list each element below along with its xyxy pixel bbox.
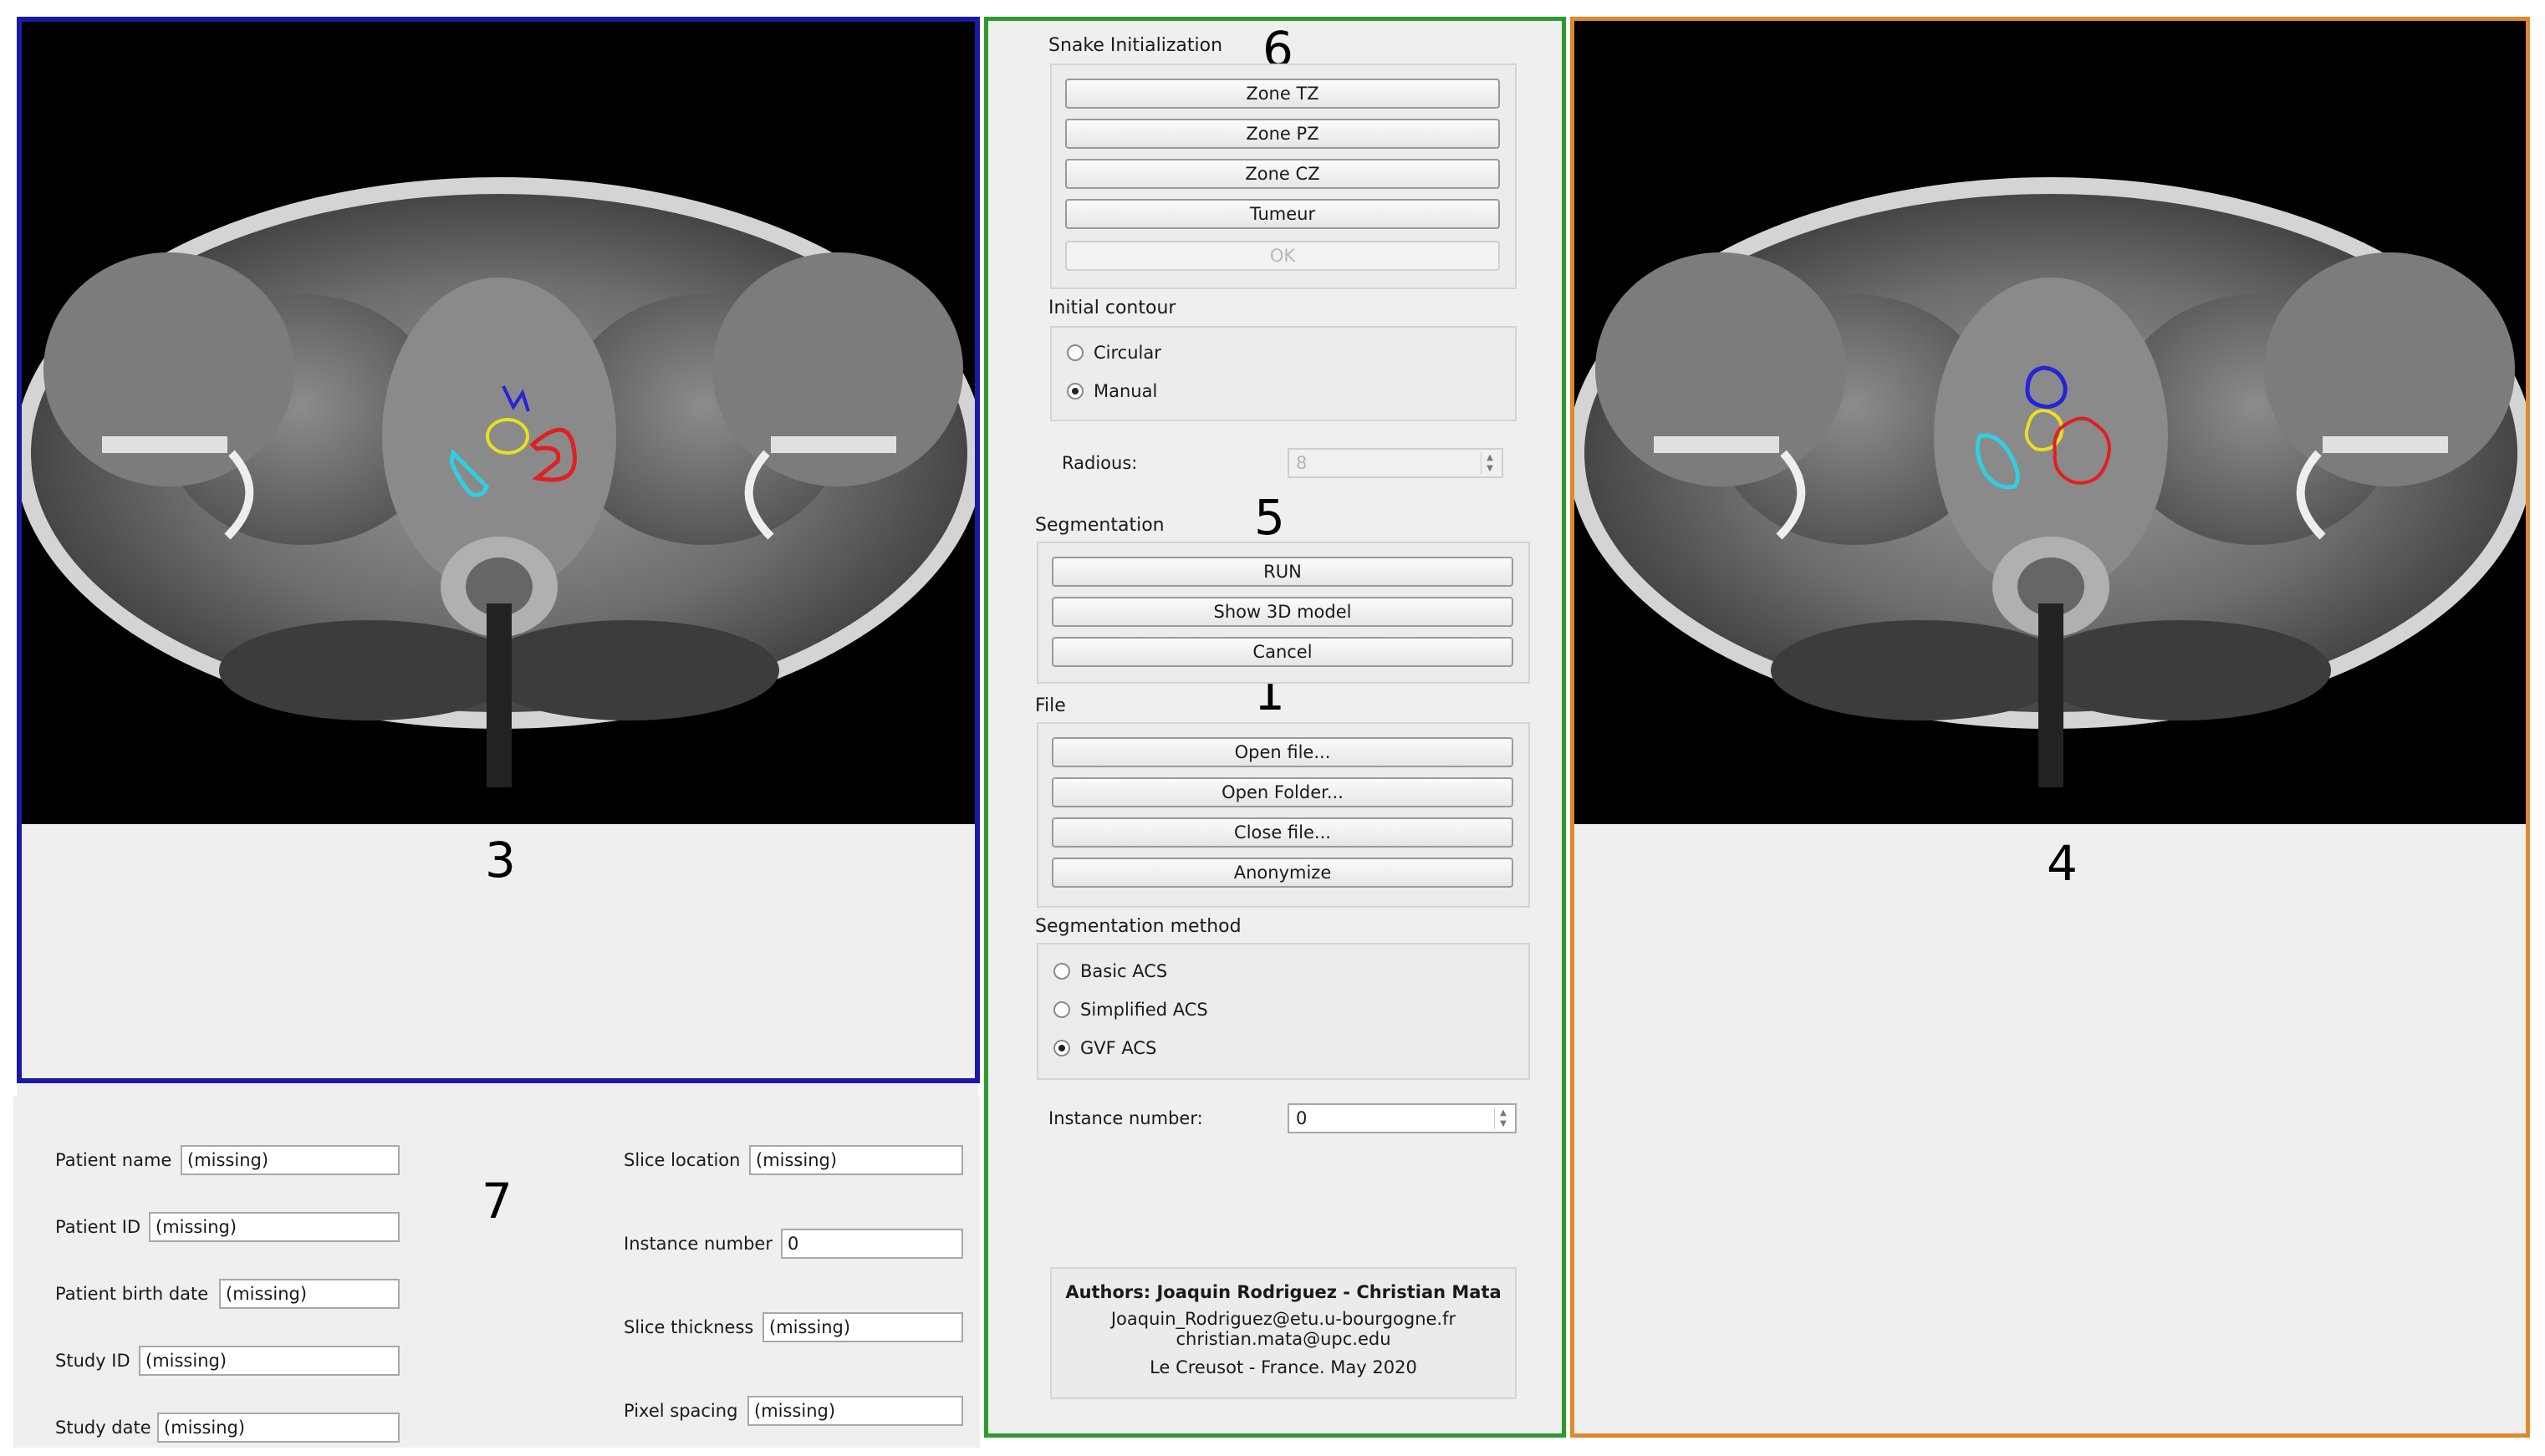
patient-birth-date-field[interactable]: (missing) [219,1279,400,1309]
instance-number-info-label: Instance number [624,1234,773,1254]
circular-radio[interactable]: Circular [1067,343,1161,363]
slice-location-field[interactable]: (missing) [749,1145,963,1175]
gvf-acs-label: GVF ACS [1080,1038,1157,1058]
study-date-label: Study date [55,1418,151,1438]
show-3d-model-button[interactable]: Show 3D model [1052,597,1513,627]
credits-box: Authors: Joaquin Rodriguez - Christian M… [1050,1267,1517,1399]
credits-authors: Authors: Joaquin Rodriguez - Christian M… [1065,1282,1502,1302]
instance-number-label: Instance number: [1048,1108,1203,1128]
ok-button[interactable]: OK [1065,241,1500,271]
close-file-button[interactable]: Close file... [1052,817,1513,848]
patient-name-label: Patient name [55,1150,172,1170]
radius-label: Radious: [1062,453,1138,473]
simplified-acs-label: Simplified ACS [1080,1000,1208,1020]
marker-4: 4 [2047,835,2078,892]
slice-thickness-field[interactable]: (missing) [762,1312,963,1342]
patient-id-field[interactable]: (missing) [149,1212,400,1242]
open-file-button[interactable]: Open file... [1052,737,1513,767]
segmentation-title: Segmentation [1035,515,1165,536]
manual-radio-label: Manual [1094,381,1158,401]
credits-email-1: Joaquin_Rodriguez@etu.u-bourgogne.fr [1110,1309,1456,1329]
radius-spinbox[interactable]: 8 ▲ ▼ [1288,448,1503,478]
run-button[interactable]: RUN [1052,557,1513,587]
patient-name-field[interactable]: (missing) [181,1145,400,1175]
credits-email-2: christian.mata@upc.edu [1176,1329,1391,1349]
study-id-field[interactable]: (missing) [139,1346,400,1376]
pixel-spacing-label: Pixel spacing [624,1401,738,1421]
gvf-acs-radio[interactable]: GVF ACS [1053,1038,1156,1058]
open-folder-button[interactable]: Open Folder... [1052,777,1513,807]
marker-3: 3 [485,832,516,888]
radio-unchecked-icon [1053,963,1070,980]
circular-radio-label: Circular [1094,343,1161,363]
slice-location-label: Slice location [624,1150,741,1170]
anonymize-button[interactable]: Anonymize [1052,858,1513,888]
initial-contour-group [1050,326,1517,421]
radius-value: 8 [1296,453,1308,473]
marker-7: 7 [482,1173,513,1229]
instance-number-info-field[interactable]: 0 [781,1229,963,1259]
spin-arrows-icon[interactable]: ▲ ▼ [1481,452,1498,474]
patient-id-label: Patient ID [55,1217,141,1237]
zone-pz-button[interactable]: Zone PZ [1065,119,1500,149]
segmentation-method-title: Segmentation method [1035,916,1242,937]
radio-checked-icon [1053,1040,1070,1056]
manual-radio[interactable]: Manual [1067,381,1157,401]
radio-unchecked-icon [1053,1001,1070,1018]
simplified-acs-radio[interactable]: Simplified ACS [1053,1000,1208,1020]
marker-5: 5 [1254,489,1285,546]
instance-number-spinbox[interactable]: 0 ▲ ▼ [1288,1103,1517,1133]
patient-birth-date-label: Patient birth date [55,1284,209,1304]
slice-thickness-label: Slice thickness [624,1317,754,1337]
initial-contour-title: Initial contour [1048,298,1176,318]
study-date-field[interactable]: (missing) [157,1413,400,1443]
cancel-button[interactable]: Cancel [1052,637,1513,667]
zone-tz-button[interactable]: Zone TZ [1065,79,1500,109]
left-view-frame [17,17,980,1083]
radio-unchecked-icon [1067,344,1084,361]
instance-number-value: 0 [1296,1108,1308,1128]
radio-checked-icon [1067,383,1084,400]
tumeur-button[interactable]: Tumeur [1065,199,1500,229]
zone-cz-button[interactable]: Zone CZ [1065,159,1500,189]
credits-place: Le Creusot - France. May 2020 [1150,1357,1417,1377]
file-title: File [1035,695,1066,716]
basic-acs-label: Basic ACS [1080,961,1168,981]
pixel-spacing-field[interactable]: (missing) [747,1396,963,1426]
snake-init-title: Snake Initialization [1048,35,1223,56]
study-id-label: Study ID [55,1351,130,1371]
right-view-frame [1570,17,2530,1438]
basic-acs-radio[interactable]: Basic ACS [1053,961,1167,981]
spin-arrows-icon[interactable]: ▲ ▼ [1494,1107,1512,1129]
